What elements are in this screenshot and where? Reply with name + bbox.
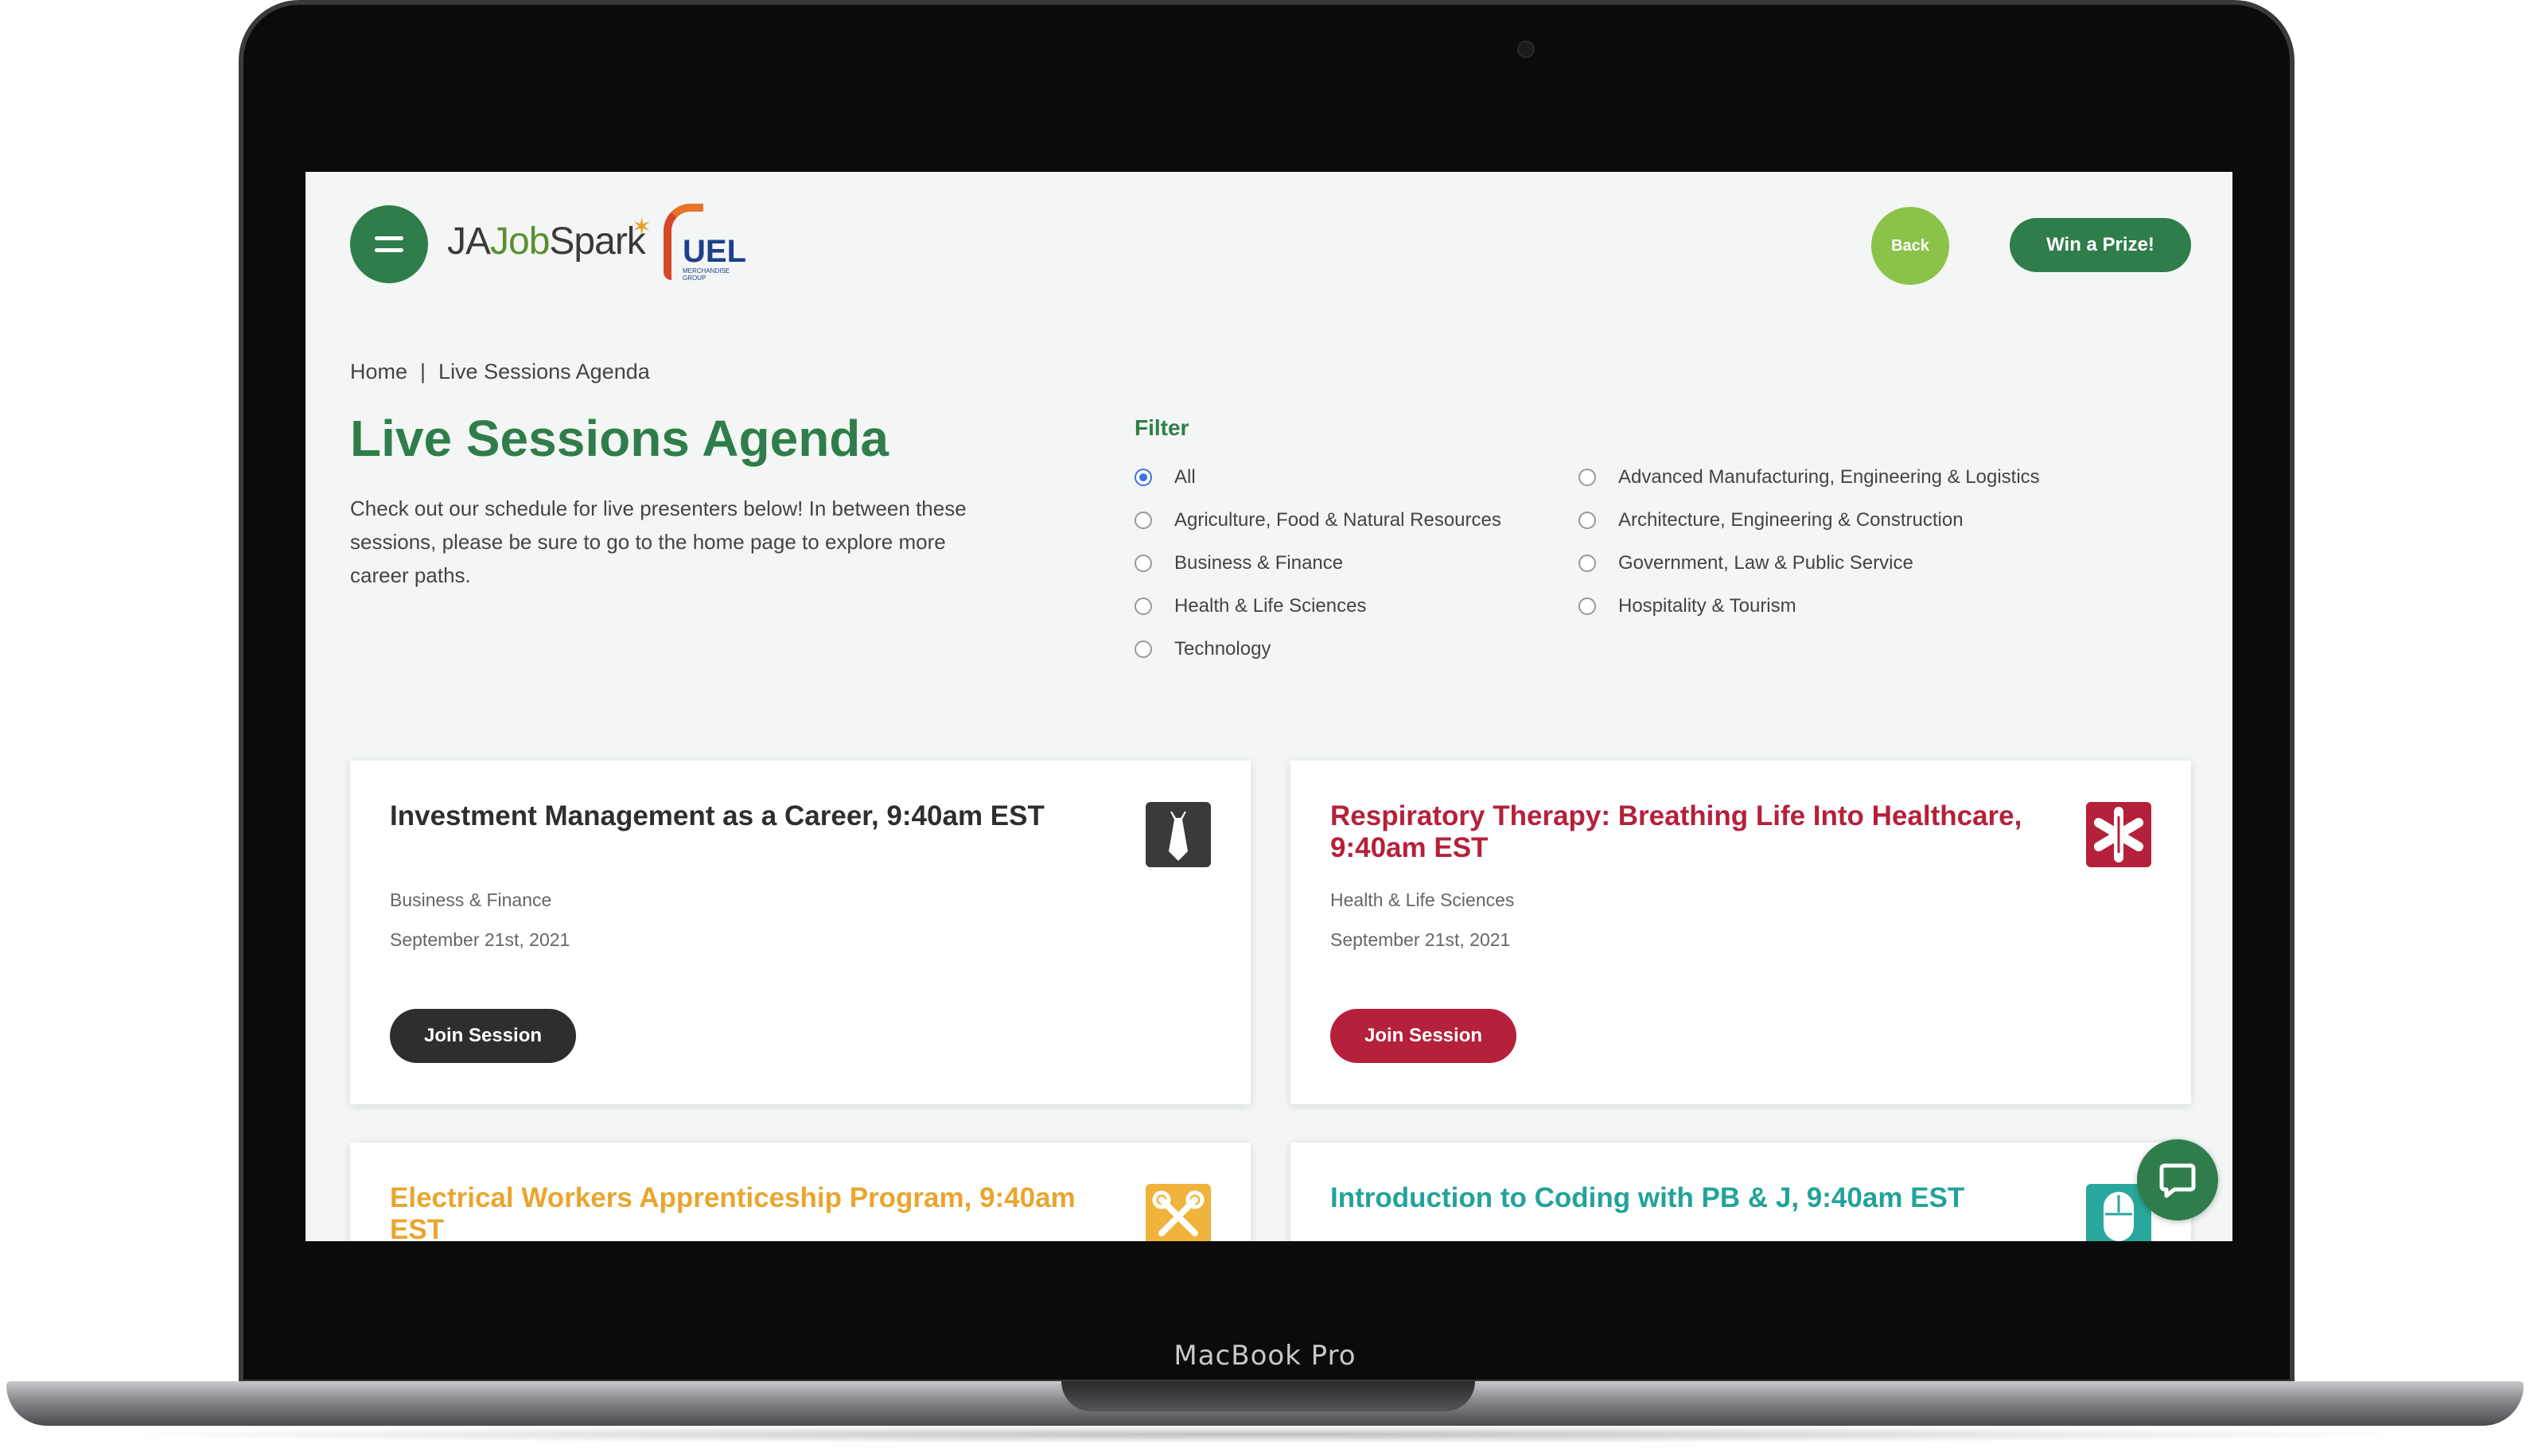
filter-option-agriculture[interactable]: Agriculture, Food & Natural Resources: [1135, 509, 1501, 531]
menu-icon-bar: [375, 236, 403, 240]
menu-button[interactable]: [350, 205, 428, 283]
session-card: Investment Management as a Career, 9:40a…: [350, 761, 1251, 1104]
breadcrumb-home[interactable]: Home: [350, 360, 407, 383]
chat-icon: [2159, 1163, 2196, 1198]
session-title[interactable]: Respiratory Therapy: Breathing Life Into…: [1330, 800, 2030, 864]
medical-star-icon: [2086, 802, 2151, 867]
spark-icon: ✶: [632, 214, 652, 240]
join-session-button[interactable]: Join Session: [390, 1009, 576, 1063]
session-card: Introduction to Coding with PB & J, 9:40…: [1290, 1143, 2191, 1241]
session-category: Health & Life Sciences: [1330, 890, 1515, 910]
session-title[interactable]: Introduction to Coding with PB & J, 9:40…: [1330, 1182, 2030, 1214]
filter-option-architecture[interactable]: Architecture, Engineering & Construction: [1578, 509, 1964, 531]
join-session-button[interactable]: Join Session: [1330, 1009, 1516, 1063]
laptop-shadow: [95, 1426, 2435, 1443]
radio[interactable]: [1578, 555, 1596, 572]
fuel-logo[interactable]: UEL MERCHANDISE GROUP: [659, 204, 748, 282]
tie-icon: [1146, 802, 1211, 867]
radio[interactable]: [1578, 512, 1596, 529]
menu-icon-bar: [375, 248, 403, 252]
filter-option-all[interactable]: All: [1135, 466, 1196, 489]
filter-option-business[interactable]: Business & Finance: [1135, 552, 1343, 574]
radio[interactable]: [1135, 512, 1152, 529]
device-brand-label: MacBook Pro: [1174, 1340, 1356, 1372]
filter-option-hospitality[interactable]: Hospitality & Tourism: [1578, 595, 1796, 617]
back-button[interactable]: Back: [1871, 207, 1949, 285]
page-title: Live Sessions Agenda: [350, 410, 889, 467]
tools-icon: [1146, 1184, 1211, 1241]
site-header: JAJobSpark ✶ UEL MERCHANDISE GROUP Back …: [306, 172, 2232, 315]
radio[interactable]: [1135, 598, 1152, 615]
breadcrumb-current: Live Sessions Agenda: [438, 360, 650, 383]
breadcrumb: Home | Live Sessions Agenda: [350, 360, 650, 383]
session-card: Electrical Workers Apprenticeship Progra…: [350, 1143, 1251, 1241]
filter-option-government[interactable]: Government, Law & Public Service: [1578, 552, 1913, 574]
screen: JAJobSpark ✶ UEL MERCHANDISE GROUP Back …: [306, 172, 2232, 1241]
session-date: September 21st, 2021: [1330, 929, 1511, 950]
page-intro: Check out our schedule for live presente…: [350, 496, 967, 587]
session-card: Respiratory Therapy: Breathing Life Into…: [1290, 761, 2191, 1104]
jobspark-logo[interactable]: JAJobSpark: [447, 220, 646, 263]
radio-selected[interactable]: [1135, 469, 1152, 486]
filter-option-technology[interactable]: Technology: [1135, 638, 1271, 660]
session-date: September 21st, 2021: [390, 929, 570, 950]
radio[interactable]: [1135, 640, 1152, 658]
radio[interactable]: [1578, 469, 1596, 486]
session-title[interactable]: Investment Management as a Career, 9:40a…: [390, 800, 1090, 832]
session-category: Business & Finance: [390, 890, 552, 910]
session-title[interactable]: Electrical Workers Apprenticeship Progra…: [390, 1182, 1090, 1241]
win-prize-button[interactable]: Win a Prize!: [2010, 218, 2191, 272]
filter-label: Filter: [1135, 415, 1189, 440]
camera: [1517, 41, 1535, 58]
laptop-notch: [1061, 1381, 1475, 1411]
filter-option-manufacturing[interactable]: Advanced Manufacturing, Engineering & Lo…: [1578, 466, 2040, 489]
filter-option-health[interactable]: Health & Life Sciences: [1135, 595, 1366, 617]
radio[interactable]: [1578, 598, 1596, 615]
radio[interactable]: [1135, 555, 1152, 572]
chat-button[interactable]: [2137, 1139, 2218, 1220]
